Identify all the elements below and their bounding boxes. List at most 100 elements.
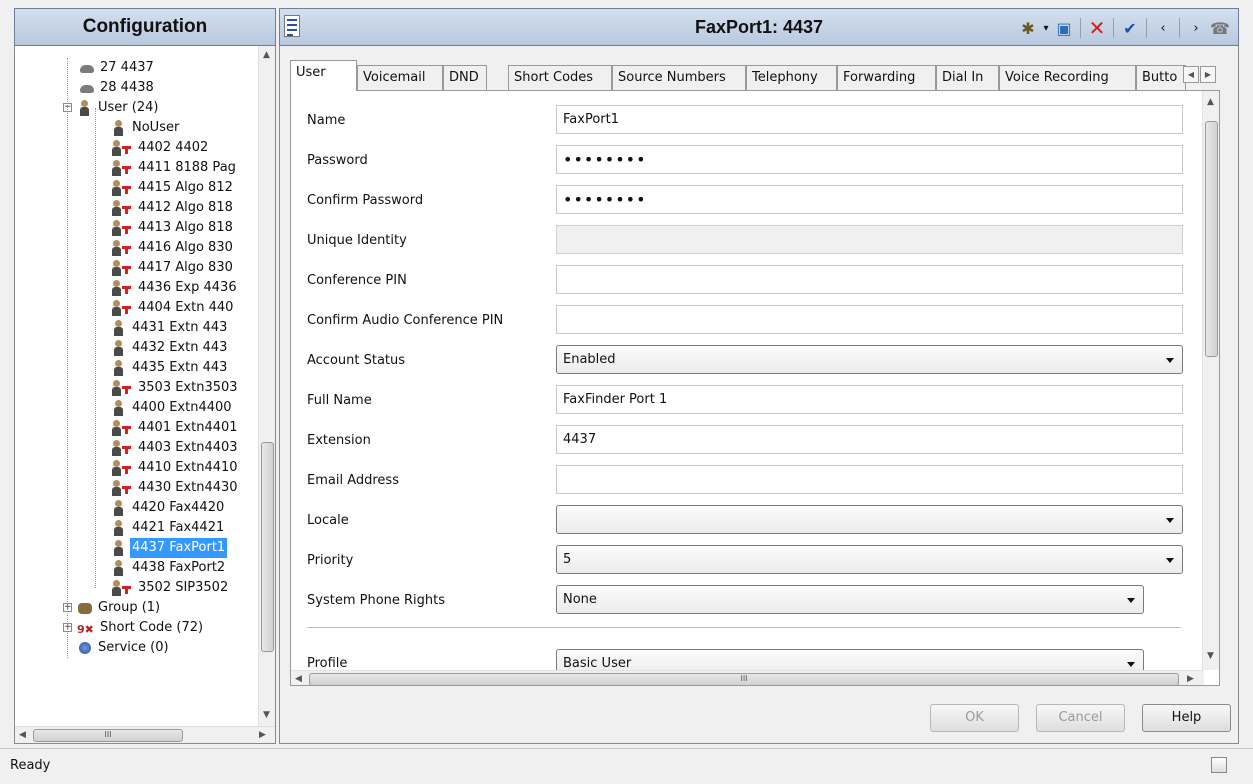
scroll-up-arrow-icon[interactable]: ▲ (1207, 97, 1214, 107)
new-record-icon[interactable]: ✱ (1016, 16, 1040, 40)
tree-item[interactable]: 4401 Extn4401 (111, 418, 240, 438)
tab-telephony[interactable]: Telephony (746, 65, 837, 90)
delete-icon[interactable]: ✕ (1085, 16, 1109, 40)
tree-hscroll-thumb[interactable]: III (33, 729, 183, 742)
tree-item[interactable]: 4432 Extn 443 (111, 338, 229, 358)
email-input[interactable] (556, 465, 1183, 494)
previous-record-icon[interactable]: ‹ (1151, 16, 1175, 40)
tree-item[interactable]: 4437 FaxPort1 (111, 538, 228, 558)
tree-vertical-scrollbar[interactable]: ▲ ▼ (258, 46, 275, 726)
tree-item[interactable]: 4415 Algo 812 (111, 178, 235, 198)
tab-user[interactable]: User (290, 60, 357, 91)
password-input[interactable]: •••••••• (556, 145, 1183, 174)
tree-item[interactable]: 9✖ Short Code (72) (77, 618, 205, 638)
tree-item[interactable]: 4400 Extn4400 (111, 398, 234, 418)
tree-item[interactable]: NoUser (111, 118, 181, 138)
form-vscroll-thumb[interactable] (1205, 121, 1218, 357)
tree-item[interactable]: 4410 Extn4410 (111, 458, 240, 478)
export-icon[interactable]: ▣ (1052, 16, 1076, 40)
tree-horizontal-scrollbar[interactable]: ◀ III ▶ (15, 726, 275, 743)
form-horizontal-scrollbar[interactable]: ◀ III ▶ (291, 670, 1204, 685)
tree-item-label: 4404 Extn 440 (138, 300, 234, 315)
tree-item[interactable]: Group (1) (77, 598, 162, 618)
tab-forwarding[interactable]: Forwarding (837, 65, 936, 90)
tree-item[interactable]: 4431 Extn 443 (111, 318, 229, 338)
tree-item-label: 4420 Fax4420 (132, 500, 225, 515)
tree-item[interactable]: Service (0) (77, 638, 171, 658)
tree-item[interactable]: 4412 Algo 818 (111, 198, 235, 218)
scroll-right-arrow-icon[interactable]: ▶ (1187, 674, 1194, 684)
tree-item[interactable]: 4416 Algo 830 (111, 238, 235, 258)
scroll-down-arrow-icon[interactable]: ▼ (1207, 651, 1214, 661)
cancel-button[interactable]: Cancel (1036, 704, 1125, 732)
form-vertical-scrollbar[interactable]: ▲ ▼ (1202, 91, 1219, 670)
tree-item-label: 3502 SIP3502 (138, 580, 229, 595)
priority-select[interactable]: 5 (556, 545, 1183, 574)
tab-source-numbers[interactable]: Source Numbers (612, 65, 746, 90)
tree-item[interactable]: 27 4437 (79, 58, 156, 78)
tab-button-programming[interactable]: Butto (1136, 65, 1186, 90)
tab-scroll-right-icon[interactable]: ▶ (1200, 66, 1216, 83)
tree-item[interactable]: 4402 4402 (111, 138, 210, 158)
service-icon (77, 640, 93, 656)
ok-button[interactable]: OK (930, 704, 1019, 732)
system-phone-rights-select[interactable]: None (556, 585, 1144, 614)
tree-vscroll-thumb[interactable] (261, 442, 274, 652)
tree-item[interactable]: 4403 Extn4403 (111, 438, 240, 458)
tree-item[interactable]: 4420 Fax4420 (111, 498, 226, 518)
tree-item[interactable]: 4417 Algo 830 (111, 258, 235, 278)
tree-item[interactable]: 28 4438 (79, 78, 156, 98)
tab-scroll-left-icon[interactable]: ◀ (1183, 66, 1199, 83)
tree-item[interactable]: 4430 Extn4430 (111, 478, 240, 498)
tab-dial-in[interactable]: Dial In (936, 65, 999, 90)
tree-item-label: Service (0) (98, 640, 169, 655)
tab-short-codes[interactable]: Short Codes (508, 65, 612, 90)
dropdown-arrow-icon[interactable]: ▾ (1040, 16, 1052, 40)
short-code-icon: 9✖ (77, 623, 94, 636)
tab-voicemail[interactable]: Voicemail (357, 65, 443, 90)
tree-item[interactable]: 4435 Extn 443 (111, 358, 229, 378)
user-red-icon (111, 380, 133, 396)
configuration-tree[interactable]: 27 4437 28 4438 User (24) NoUser 4402 4402 44… (14, 46, 276, 744)
confirm-password-input[interactable]: •••••••• (556, 185, 1183, 214)
name-input[interactable]: FaxPort1 (556, 105, 1183, 134)
status-indicator-icon (1211, 757, 1227, 773)
tree-item[interactable]: User (24) (77, 98, 160, 118)
toolbar-separator (1080, 18, 1081, 38)
tree-item-label: 4436 Exp 4436 (138, 280, 237, 295)
user-form: Name FaxPort1 Password •••••••• Confirm … (290, 90, 1220, 686)
tree-item[interactable]: 4411 8188 Pag (111, 158, 238, 178)
scroll-down-arrow-icon[interactable]: ▼ (263, 710, 270, 720)
scroll-left-arrow-icon[interactable]: ◀ (295, 674, 302, 684)
locale-select[interactable] (556, 505, 1183, 534)
validate-check-icon[interactable]: ✔ (1118, 16, 1142, 40)
help-button[interactable]: Help (1142, 704, 1231, 732)
name-row: Name FaxPort1 (291, 105, 1191, 135)
tree-item[interactable]: 3502 SIP3502 (111, 578, 230, 598)
extension-input[interactable]: 4437 (556, 425, 1183, 454)
tree-item[interactable]: 3503 Extn3503 (111, 378, 240, 398)
tree-item[interactable]: 4421 Fax4421 (111, 518, 226, 538)
tree-item[interactable]: 4413 Algo 818 (111, 218, 235, 238)
profile-select[interactable]: Basic User (556, 649, 1144, 670)
confirm-conference-pin-input[interactable] (556, 305, 1183, 334)
scroll-up-arrow-icon[interactable]: ▲ (263, 50, 270, 60)
user-red-icon (111, 580, 133, 596)
tree-item[interactable]: 4404 Extn 440 (111, 298, 235, 318)
toolbar-separator (1146, 18, 1147, 38)
scroll-right-arrow-icon[interactable]: ▶ (259, 730, 266, 740)
tree-guide-line (95, 108, 96, 588)
locale-row: Locale (291, 505, 1191, 535)
tree-item[interactable]: 4436 Exp 4436 (111, 278, 239, 298)
account-status-select[interactable]: Enabled (556, 345, 1183, 374)
tab-voice-recording[interactable]: Voice Recording (999, 65, 1136, 90)
next-record-icon[interactable]: › (1184, 16, 1208, 40)
chevron-down-icon (1166, 518, 1174, 523)
tree-item[interactable]: 4438 FaxPort2 (111, 558, 227, 578)
tab-dnd[interactable]: DND (443, 65, 487, 90)
phone-icon[interactable]: ☎ (1208, 16, 1232, 40)
conference-pin-input[interactable] (556, 265, 1183, 294)
form-hscroll-thumb[interactable]: III (309, 673, 1179, 685)
scroll-left-arrow-icon[interactable]: ◀ (19, 730, 26, 740)
full-name-input[interactable]: FaxFinder Port 1 (556, 385, 1183, 414)
